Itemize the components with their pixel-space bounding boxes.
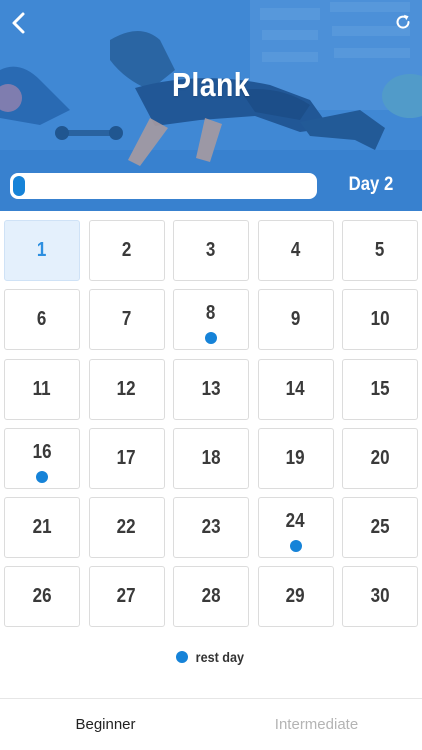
day-cell-14[interactable]: 14 — [257, 358, 334, 420]
day-cell-25[interactable]: 25 — [342, 497, 418, 559]
day-cell-27[interactable]: 27 — [88, 566, 165, 628]
back-button[interactable] — [6, 10, 30, 36]
day-cell-10[interactable]: 10 — [342, 289, 418, 351]
day-cell-1[interactable]: 1 — [4, 220, 80, 281]
day-number: 7 — [121, 308, 132, 331]
day-number: 24 — [286, 510, 305, 533]
day-number: 17 — [117, 446, 136, 469]
day-cell-22[interactable]: 22 — [88, 497, 165, 559]
day-number: 4 — [290, 239, 301, 261]
day-cell-3[interactable]: 3 — [173, 220, 249, 281]
day-cell-26[interactable]: 26 — [4, 566, 80, 628]
progress-bar-fill — [13, 176, 25, 196]
day-grid: 1 2 3 4 5 6 7 8 9 10 11 12 13 14 15 16 17 18 19 20 21 22 23 24 2… — [4, 220, 418, 628]
day-cell-23[interactable]: 23 — [173, 497, 249, 559]
day-number: 6 — [37, 308, 47, 331]
tab-intermediate[interactable]: Intermediate — [211, 699, 422, 750]
day-cell-13[interactable]: 13 — [173, 358, 249, 420]
day-cell-30[interactable]: 30 — [342, 566, 418, 628]
day-cell-17[interactable]: 17 — [88, 427, 165, 489]
day-cell-11[interactable]: 11 — [4, 358, 80, 420]
chevron-left-icon — [12, 12, 25, 34]
day-number: 23 — [201, 516, 221, 539]
day-number: 25 — [370, 516, 390, 539]
day-number: 27 — [117, 585, 136, 608]
day-cell-21[interactable]: 21 — [4, 497, 80, 559]
day-cell-6[interactable]: 6 — [4, 289, 80, 351]
day-cell-5[interactable]: 5 — [342, 220, 418, 281]
day-number: 10 — [370, 308, 390, 331]
day-number: 28 — [201, 585, 221, 608]
current-day-label: Day 2 — [348, 174, 394, 195]
rest-day-dot-icon — [36, 470, 48, 483]
day-cell-15[interactable]: 15 — [342, 358, 418, 420]
rest-day-dot-icon — [175, 651, 188, 663]
day-number: 30 — [370, 585, 390, 608]
rest-day-dot-icon — [205, 332, 217, 345]
day-cell-9[interactable]: 9 — [257, 289, 334, 351]
header-hero: Plank Day 2 — [0, 0, 422, 211]
day-number: 5 — [375, 239, 385, 261]
day-number: 13 — [201, 377, 221, 400]
day-cell-12[interactable]: 12 — [88, 358, 165, 420]
progress-bar — [10, 173, 317, 199]
refresh-icon — [396, 14, 410, 29]
legend-label: rest day — [195, 649, 244, 665]
day-number: 16 — [32, 440, 52, 463]
app-root: Plank Day 2 1 2 3 4 5 6 7 8 9 10 11 12 13 14 15 16 17 18 1… — [0, 0, 422, 750]
day-number: 12 — [117, 377, 136, 400]
day-cell-20[interactable]: 20 — [342, 427, 418, 489]
day-number: 26 — [32, 585, 52, 608]
day-cell-16[interactable]: 16 — [4, 427, 80, 489]
day-number: 11 — [33, 377, 51, 400]
day-number: 9 — [290, 308, 301, 331]
refresh-button[interactable] — [392, 11, 414, 33]
day-cell-8[interactable]: 8 — [173, 289, 249, 351]
day-number: 29 — [286, 585, 305, 608]
day-cell-4[interactable]: 4 — [257, 220, 334, 281]
day-number: 8 — [206, 302, 216, 325]
day-cell-2[interactable]: 2 — [88, 220, 165, 281]
day-number: 15 — [370, 377, 390, 400]
day-number: 14 — [286, 377, 305, 400]
day-number: 1 — [37, 239, 47, 261]
day-cell-24[interactable]: 24 — [257, 497, 334, 559]
level-tabs: Beginner Intermediate — [0, 698, 422, 750]
day-number: 2 — [121, 239, 132, 261]
tab-beginner[interactable]: Beginner — [0, 699, 211, 750]
day-number: 21 — [32, 516, 52, 539]
day-cell-7[interactable]: 7 — [88, 289, 165, 351]
day-number: 18 — [201, 446, 221, 469]
page-title: Plank — [172, 66, 250, 103]
day-number: 22 — [117, 516, 136, 539]
day-number: 19 — [286, 446, 305, 469]
day-cell-19[interactable]: 19 — [257, 427, 334, 489]
day-cell-28[interactable]: 28 — [173, 566, 249, 628]
day-number: 3 — [206, 239, 216, 261]
day-cell-29[interactable]: 29 — [257, 566, 334, 628]
day-cell-18[interactable]: 18 — [173, 427, 249, 489]
legend: rest day — [0, 649, 422, 665]
day-number: 20 — [370, 446, 390, 469]
rest-day-dot-icon — [289, 540, 302, 553]
